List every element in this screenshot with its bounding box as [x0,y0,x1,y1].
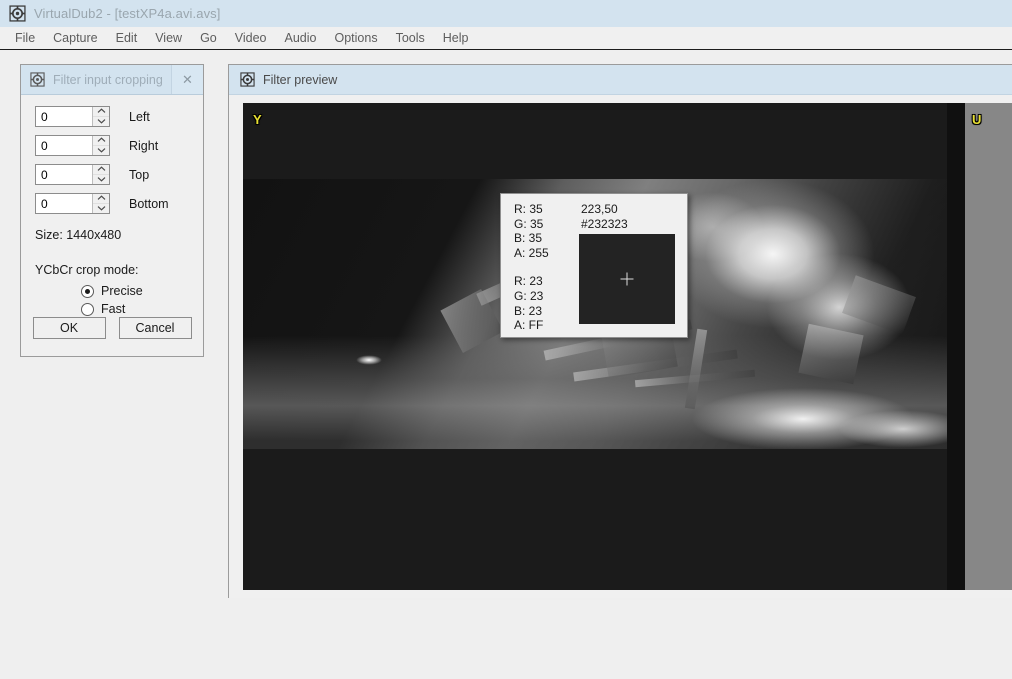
right-label: Right [129,139,158,153]
picker-spacer [514,260,579,274]
left-spinner[interactable] [35,106,110,127]
gear-icon [240,72,255,87]
color-swatch [579,234,675,324]
crosshair-icon [621,273,634,286]
top-input[interactable] [36,165,92,184]
window-title: VirtualDub2 - [testXP4a.avi.avs] [34,6,221,21]
chevron-down-icon [97,147,106,153]
menu-item-audio[interactable]: Audio [276,29,326,48]
debris-shape [685,329,707,410]
right-input[interactable] [36,136,92,155]
picker-g-top: G: 35 [514,217,579,232]
picker-b-bottom: B: 23 [514,304,579,319]
menu-item-view[interactable]: View [146,29,191,48]
chevron-down-icon [97,205,106,211]
window-titlebar: VirtualDub2 - [testXP4a.avi.avs] [0,0,1012,27]
picker-r-top: R: 35 [514,202,579,217]
filter-input-cropping-dialog: Filter input cropping ✕ [20,64,204,357]
menu-item-help[interactable]: Help [434,29,478,48]
chevron-up-icon [97,166,106,172]
top-spinner[interactable] [35,164,110,185]
crop-field-bottom: Bottom [35,193,203,214]
cancel-button[interactable]: Cancel [119,317,192,339]
top-label: Top [129,168,149,182]
left-input[interactable] [36,107,92,126]
radio-precise-label: Precise [101,284,143,298]
menu-item-go[interactable]: Go [191,29,226,48]
menu-item-options[interactable]: Options [325,29,386,48]
video-canvas[interactable]: Y U R: 35 G: 35 B: 35 A: 255 R: 23 G: 23… [243,103,1012,590]
radio-fast[interactable]: Fast [81,302,203,316]
color-picker-channels: R: 35 G: 35 B: 35 A: 255 R: 23 G: 23 B: … [501,202,579,337]
menu-item-video[interactable]: Video [226,29,276,48]
menu-item-capture[interactable]: Capture [44,29,106,48]
crop-field-top: Top [35,164,203,185]
bottom-spinner-down[interactable] [93,204,109,214]
close-button[interactable]: ✕ [171,65,203,94]
chevron-up-icon [97,137,106,143]
crop-field-left: Left [35,106,203,127]
application-window: VirtualDub2 - [testXP4a.avi.avs] File Ca… [0,0,1012,679]
ok-button[interactable]: OK [33,317,106,339]
chevron-up-icon [97,108,106,114]
gear-icon [9,5,26,22]
top-spinner-buttons [92,165,109,184]
picker-coordinates: 223,50 [579,202,678,217]
debris-shape [798,324,863,385]
gear-icon [30,72,45,87]
preview-title: Filter preview [263,73,337,87]
left-spinner-up[interactable] [93,107,109,117]
picker-b-top: B: 35 [514,231,579,246]
radio-fast-mark [81,303,94,316]
picker-r-bottom: R: 23 [514,274,579,289]
chevron-up-icon [97,195,106,201]
debris-shape [842,275,916,334]
close-icon: ✕ [182,73,193,86]
y-plane-label: Y [253,113,262,126]
bottom-spinner-up[interactable] [93,194,109,204]
crop-dialog-titlebar: Filter input cropping ✕ [21,65,203,95]
menu-item-file[interactable]: File [6,29,44,48]
u-plane-label: U [972,113,981,126]
y-plane[interactable] [243,103,965,590]
dialog-button-row: OK Cancel [21,317,203,339]
picker-a-top: A: 255 [514,246,579,261]
crop-mode-label: YCbCr crop mode: [35,263,203,277]
radio-precise[interactable]: Precise [81,284,203,298]
radio-precise-mark [81,285,94,298]
color-picker-preview: 223,50 #232323 [579,202,687,337]
menu-item-tools[interactable]: Tools [387,29,434,48]
top-spinner-down[interactable] [93,175,109,185]
picker-g-bottom: G: 23 [514,289,579,304]
picker-hex-value: #232323 [579,217,678,232]
top-spinner-up[interactable] [93,165,109,175]
menu-item-edit[interactable]: Edit [107,29,147,48]
size-label: Size: 1440x480 [35,228,203,242]
plane-separator [947,103,965,590]
right-spinner-down[interactable] [93,146,109,156]
menubar: File Capture Edit View Go Video Audio Op… [0,27,1012,50]
right-spinner-up[interactable] [93,136,109,146]
chevron-down-icon [97,176,106,182]
bottom-spinner-buttons [92,194,109,213]
preview-titlebar: Filter preview [229,65,1012,95]
crop-dialog-title: Filter input cropping [53,73,163,87]
picker-a-bottom: A: FF [514,318,579,333]
bottom-input[interactable] [36,194,92,213]
filter-preview-window: Filter preview [228,64,1012,598]
left-spinner-buttons [92,107,109,126]
crop-dialog-body: Left Right [21,95,203,356]
chevron-down-icon [97,118,106,124]
bottom-spinner[interactable] [35,193,110,214]
preview-body: Y U R: 35 G: 35 B: 35 A: 255 R: 23 G: 23… [229,95,1012,598]
left-label: Left [129,110,150,124]
u-plane[interactable] [965,103,1012,590]
bottom-label: Bottom [129,197,169,211]
radio-fast-label: Fast [101,302,125,316]
right-spinner-buttons [92,136,109,155]
crop-field-right: Right [35,135,203,156]
left-spinner-down[interactable] [93,117,109,127]
color-picker-tooltip: R: 35 G: 35 B: 35 A: 255 R: 23 G: 23 B: … [500,193,688,338]
right-spinner[interactable] [35,135,110,156]
